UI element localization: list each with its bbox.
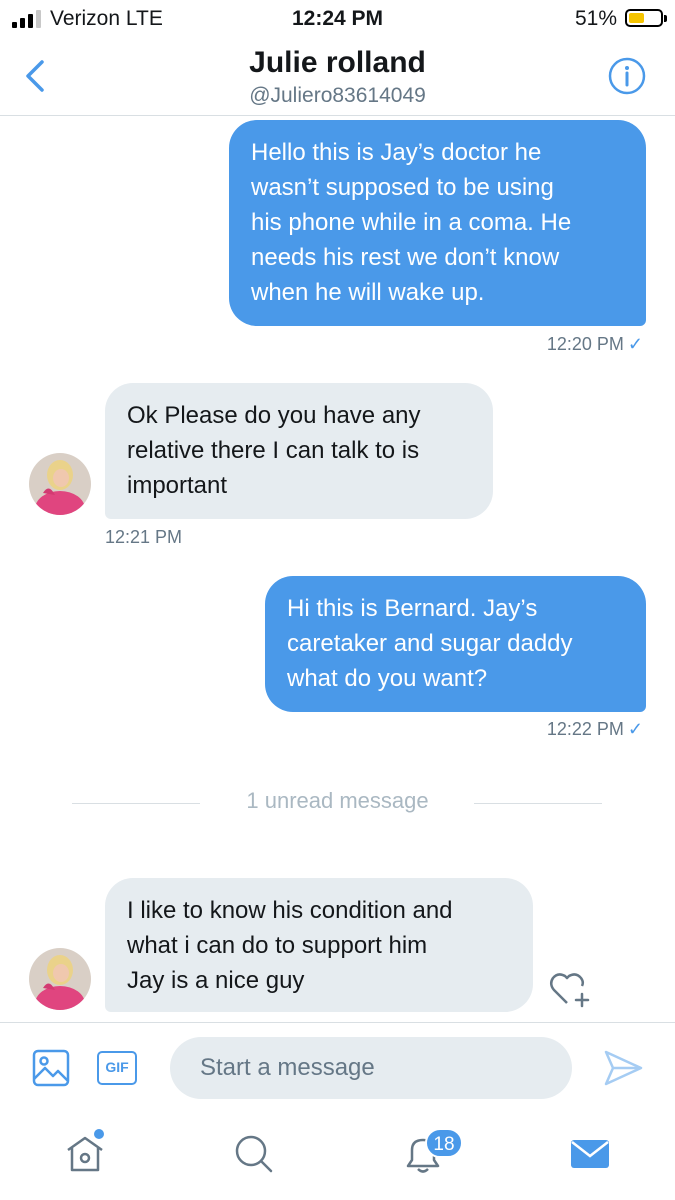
battery-icon	[625, 9, 667, 27]
read-check-icon: ✓	[627, 719, 643, 739]
outgoing-message-bubble[interactable]: Hi this is Bernard. Jay’s caretaker and …	[265, 576, 646, 712]
outgoing-message-bubble[interactable]: Hello this is Jay’s doctor he wasn’t sup…	[229, 120, 646, 326]
notifications-badge: 18	[425, 1128, 463, 1158]
message-line: relative there I can talk to is	[127, 437, 420, 464]
avatar-image	[29, 453, 91, 515]
gif-button[interactable]: GIF	[97, 1051, 137, 1085]
message-input[interactable]	[170, 1037, 572, 1099]
message-line: what do you want?	[287, 665, 488, 692]
incoming-message-bubble[interactable]: Ok Please do you have any relative there…	[105, 383, 493, 519]
message-timestamp: 12:22 PM ✓	[546, 719, 643, 739]
message-line: Jay is a nice guy	[127, 967, 305, 994]
image-icon[interactable]	[32, 1049, 70, 1087]
battery-percent: 51%	[574, 7, 617, 30]
message-composer: GIF	[0, 1022, 675, 1113]
message-line: Hi this is Bernard. Jay’s	[287, 595, 538, 622]
message-line: Hello this is Jay’s doctor he	[251, 139, 542, 166]
message-line: his phone while in a coma. He	[251, 209, 572, 236]
info-icon[interactable]	[607, 56, 647, 96]
messages-icon[interactable]	[568, 1132, 612, 1176]
message-line: needs his rest we don’t know	[251, 244, 560, 271]
conversation-header: Julie rolland @Juliero83614049	[0, 40, 675, 116]
contact-name[interactable]: Julie rolland	[0, 46, 675, 80]
message-line: what i can do to support him	[127, 932, 428, 959]
avatar[interactable]	[29, 948, 91, 1010]
message-timestamp: 12:20 PM ✓	[546, 334, 643, 354]
send-icon[interactable]	[602, 1047, 644, 1089]
message-line: wasn’t supposed to be using	[251, 174, 554, 201]
message-timestamp: 12:21 PM	[105, 527, 183, 547]
avatar-image	[29, 948, 91, 1010]
message-line: important	[127, 472, 228, 499]
like-heart-icon[interactable]	[548, 968, 592, 1008]
avatar[interactable]	[29, 453, 91, 515]
message-line: Ok Please do you have any	[127, 402, 421, 429]
read-check-icon: ✓	[627, 334, 643, 354]
message-line: I like to know his condition and	[127, 897, 453, 924]
tab-bar: 18	[0, 1112, 675, 1200]
search-icon[interactable]	[232, 1132, 276, 1176]
status-time: 12:24 PM	[291, 7, 384, 30]
contact-handle: @Juliero83614049	[249, 84, 426, 107]
status-bar: Verizon LTE 12:24 PM 51%	[0, 0, 675, 40]
divider	[474, 803, 602, 804]
unread-divider-label: 1 unread message	[246, 788, 429, 813]
message-line: caretaker and sugar daddy	[287, 630, 573, 657]
message-line: when he will wake up.	[251, 279, 485, 306]
incoming-message-bubble[interactable]: I like to know his condition and what i …	[105, 878, 533, 1012]
home-new-dot	[94, 1129, 104, 1139]
